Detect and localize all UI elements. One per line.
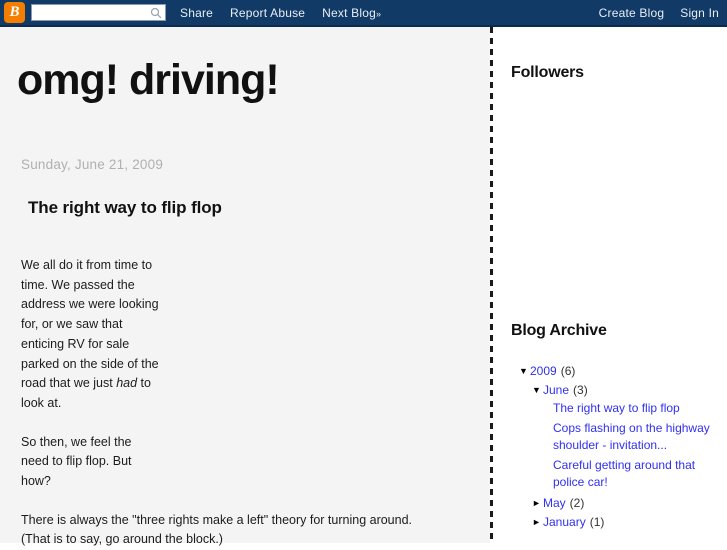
- archive-year-label[interactable]: 2009: [530, 362, 557, 380]
- post-title[interactable]: The right way to flip flop: [28, 198, 490, 218]
- search-icon[interactable]: [150, 7, 162, 19]
- blog-title: omg! driving!: [17, 56, 280, 104]
- archive-month-count: (1): [589, 514, 605, 529]
- sidebar: Followers Blog Archive ▼ 2009 (6) ▼ June…: [493, 27, 727, 543]
- chevron-down-icon[interactable]: ▼: [532, 381, 543, 399]
- search-input[interactable]: [35, 6, 147, 19]
- post-paragraph-1-text: We all do it from time to time. We passe…: [21, 258, 159, 391]
- archive-post-item[interactable]: Cops flashing on the highway shoulder - …: [511, 420, 717, 455]
- blog-header: omg! driving!: [0, 27, 490, 103]
- main-content-column: omg! driving! Sunday, June 21, 2009 The …: [0, 27, 490, 546]
- post-paragraph-1: We all do it from time to time. We passe…: [21, 256, 160, 414]
- archive-post-link[interactable]: Careful getting around that police car!: [531, 457, 717, 492]
- navbar-left-group: B Share Report Abuse Next Blog»: [0, 2, 381, 23]
- archive-post-link[interactable]: The right way to flip flop: [533, 400, 717, 418]
- archive-year-count: (6): [560, 364, 576, 378]
- next-blog-arrow-icon: »: [375, 8, 382, 19]
- chevron-right-icon[interactable]: ►: [532, 494, 543, 512]
- chevron-right-icon[interactable]: ►: [532, 513, 543, 531]
- navbar-right-group: Create Blog Sign In: [599, 0, 719, 25]
- archive-month-label[interactable]: June: [543, 381, 569, 399]
- archive-post-link[interactable]: Cops flashing on the highway shoulder - …: [531, 420, 717, 455]
- sign-in-link[interactable]: Sign In: [680, 6, 719, 20]
- post-paragraph-3: There is always the "three rights make a…: [21, 512, 413, 547]
- chevron-down-icon[interactable]: ▼: [519, 362, 530, 380]
- archive-post-item[interactable]: Careful getting around that police car!: [511, 457, 717, 492]
- archive-post-item[interactable]: The right way to flip flop: [511, 400, 717, 418]
- blog-archive-widget-title: Blog Archive: [511, 322, 607, 339]
- archive-month-count: (2): [569, 495, 585, 510]
- archive-month-june[interactable]: ▼ June (3): [511, 381, 717, 399]
- archive-year-2009[interactable]: ▼ 2009 (6): [511, 362, 717, 380]
- post-body: We all do it from time to time. We passe…: [21, 256, 441, 550]
- blog-post: Sunday, June 21, 2009 The right way to f…: [0, 103, 490, 550]
- blog-archive-widget: Blog Archive ▼ 2009 (6) ▼ June (3) The r…: [493, 322, 727, 531]
- archive-month-label[interactable]: May: [543, 494, 566, 512]
- search-box[interactable]: [31, 4, 166, 21]
- navbar-links: Share Report Abuse Next Blog»: [180, 6, 381, 20]
- post-paragraph-2: So then, we feel the need to flip flop. …: [21, 434, 132, 489]
- archive-month-count: (3): [573, 383, 588, 397]
- blogger-navbar: B Share Report Abuse Next Blog» Create B…: [0, 0, 727, 27]
- followers-widget-body: [511, 82, 717, 322]
- followers-widget-title: Followers: [511, 64, 584, 81]
- archive-list: ▼ 2009 (6) ▼ June (3) The right way to f…: [511, 362, 717, 531]
- archive-month-may[interactable]: ► May (2): [511, 494, 717, 512]
- archive-month-label[interactable]: January: [543, 513, 586, 531]
- blogger-b-icon[interactable]: B: [4, 2, 25, 23]
- post-italic-word: had: [116, 376, 138, 391]
- nav-link-next-blog[interactable]: Next Blog»: [322, 6, 381, 20]
- post-date: Sunday, June 21, 2009: [21, 157, 164, 172]
- blogger-logo-letter: B: [9, 4, 20, 20]
- create-blog-link[interactable]: Create Blog: [599, 6, 665, 20]
- page-body: omg! driving! Sunday, June 21, 2009 The …: [0, 27, 727, 546]
- nav-link-report-abuse[interactable]: Report Abuse: [230, 6, 305, 20]
- nav-link-next-blog-label: Next Blog: [322, 5, 376, 20]
- nav-link-share[interactable]: Share: [180, 6, 213, 20]
- archive-month-january[interactable]: ► January (1): [511, 513, 717, 531]
- followers-widget: Followers: [493, 27, 727, 322]
